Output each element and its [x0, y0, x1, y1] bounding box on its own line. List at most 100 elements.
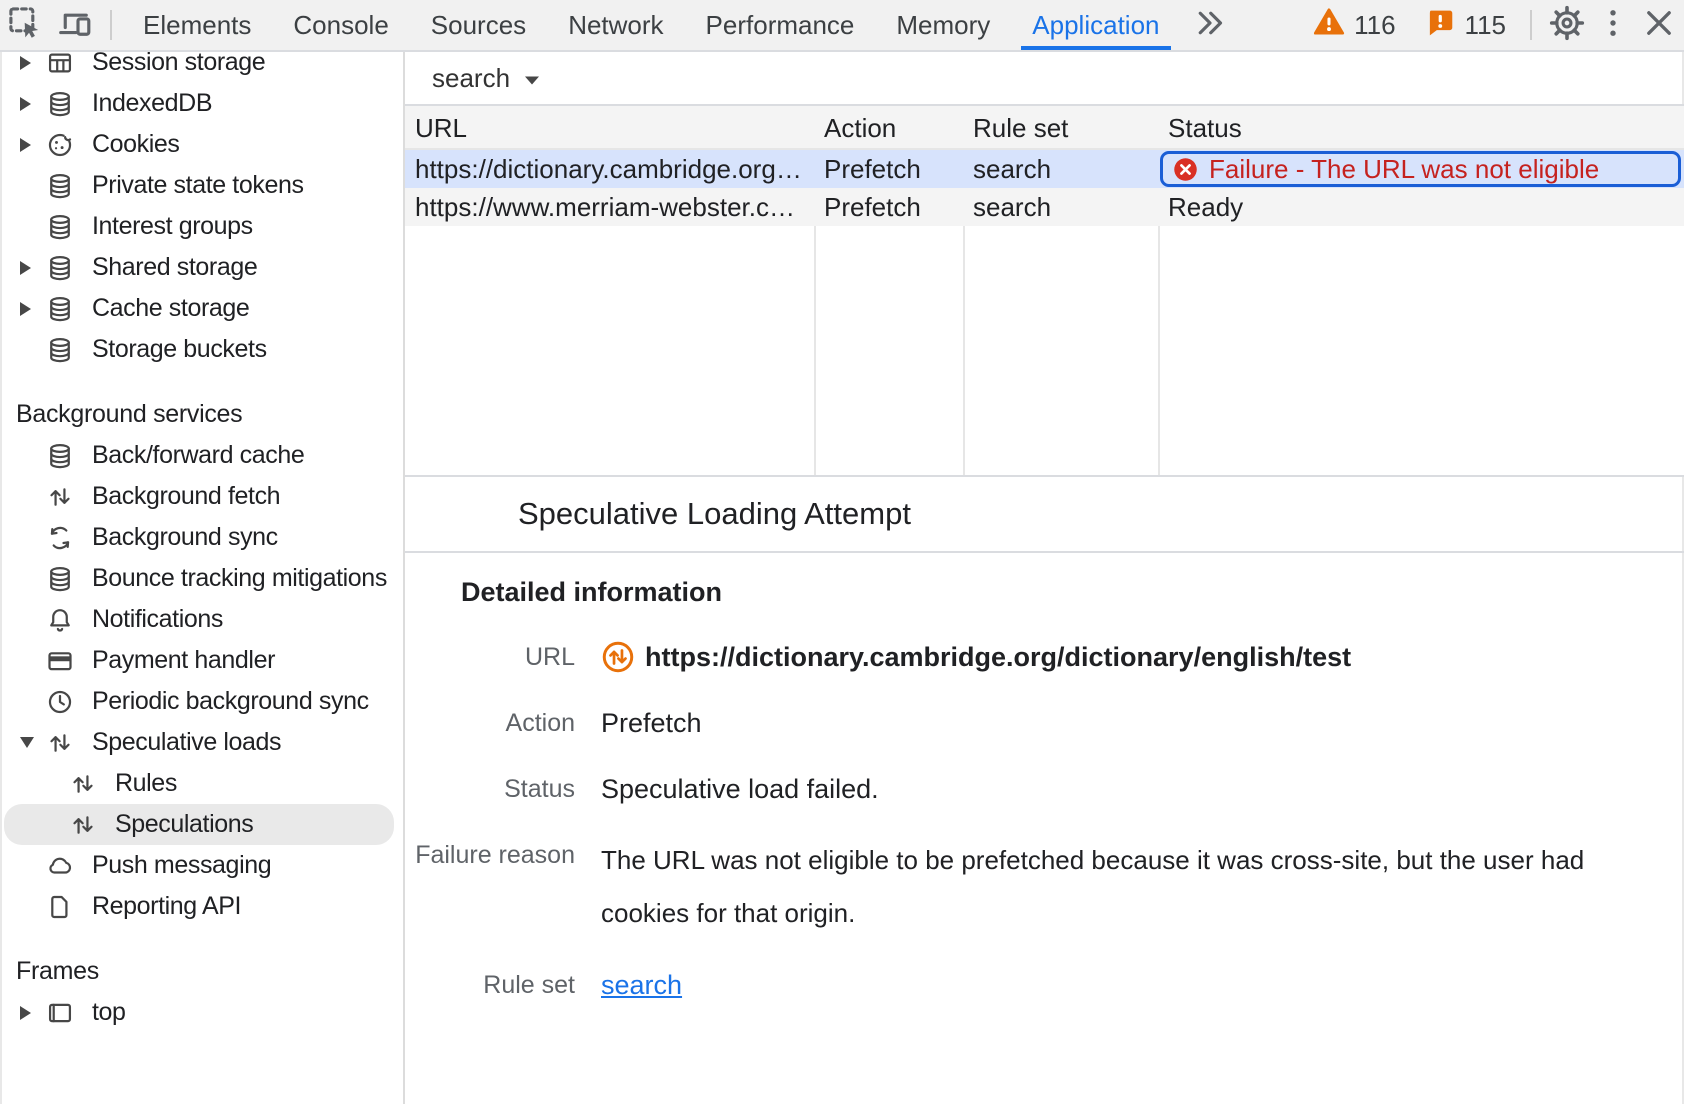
bell-icon [46, 606, 74, 634]
sidebar-item-background-sync[interactable]: Background sync [0, 517, 403, 558]
tab-console[interactable]: Console [272, 0, 409, 50]
field-value: Speculative load failed. [601, 768, 879, 810]
cell-status: Failure - The URL was not eligible [1158, 150, 1684, 188]
warning-triangle-icon [1313, 6, 1345, 45]
sidebar-item-label: Storage buckets [92, 335, 267, 364]
toolbar-divider [1530, 10, 1532, 40]
failure-status-text: Failure - The URL was not eligible [1209, 151, 1599, 187]
updown-arrows-icon [69, 811, 97, 839]
close-devtools-button[interactable] [1634, 0, 1684, 50]
customize-menu-button[interactable] [1592, 0, 1634, 50]
inspect-element-button[interactable] [0, 0, 50, 50]
sidebar-item-label: Notifications [92, 605, 223, 634]
tab-performance[interactable]: Performance [685, 0, 876, 50]
sync-icon [46, 524, 74, 552]
sidebar-item-label: Speculations [115, 810, 253, 839]
field-value: Prefetch [601, 702, 702, 744]
report-section-title: Detailed information [405, 577, 1684, 608]
expander-icon[interactable] [20, 97, 46, 111]
grid-header-row: URLActionRule setStatus [405, 106, 1684, 150]
expander-icon[interactable] [20, 737, 46, 748]
failure-badge-icon [1172, 156, 1199, 183]
sidebar-item-private-state-tokens[interactable]: Private state tokens [0, 165, 403, 206]
sidebar-item-speculations[interactable]: Speculations [4, 804, 394, 845]
field-label: Action [405, 702, 575, 744]
devtools-tabbar: ElementsConsoleSourcesNetworkPerformance… [0, 0, 1684, 52]
toolbar-divider [110, 10, 112, 40]
field-label: Status [405, 768, 575, 810]
expander-icon[interactable] [20, 1006, 46, 1020]
tab-elements[interactable]: Elements [122, 0, 272, 50]
tab-sources[interactable]: Sources [410, 0, 547, 50]
sidebar-item-shared-storage[interactable]: Shared storage [0, 247, 403, 288]
sidebar-item-label: Background sync [92, 523, 278, 552]
field-value: https://dictionary.cambridge.org/diction… [601, 636, 1351, 678]
table-icon [46, 52, 74, 77]
sidebar-item-session-storage[interactable]: Session storage [0, 52, 403, 83]
sidebar-item-payment-handler[interactable]: Payment handler [0, 640, 403, 681]
updown-arrows-icon [69, 770, 97, 798]
expander-icon[interactable] [20, 56, 46, 70]
database-icon [46, 90, 74, 118]
settings-button[interactable] [1542, 0, 1592, 50]
speculative-load-icon [601, 640, 635, 674]
field-value: search [601, 964, 682, 1006]
updown-arrows-icon [46, 483, 74, 511]
more-tabs-button[interactable] [1181, 0, 1239, 50]
cell-url: https://dictionary.cambridge.org/di… [405, 150, 814, 188]
cell-url: https://www.merriam-webster.com/… [405, 188, 814, 226]
status-cell-focused[interactable]: Failure - The URL was not eligible [1160, 151, 1681, 187]
gear-icon [1549, 5, 1585, 46]
sidebar-item-speculative-loads[interactable]: Speculative loads [0, 722, 403, 763]
grid-body: https://dictionary.cambridge.org/di…Pref… [405, 150, 1684, 226]
sidebar-item-push-messaging[interactable]: Push messaging [0, 845, 403, 886]
sidebar-item-rules[interactable]: Rules [0, 763, 403, 804]
cell-status: Ready [1158, 188, 1684, 226]
sidebar-item-top[interactable]: top [0, 992, 403, 1033]
frame-icon [46, 999, 74, 1027]
sidebar-item-background-fetch[interactable]: Background fetch [0, 476, 403, 517]
issues-badge[interactable]: 115 [1410, 0, 1520, 50]
sidebar-item-back-forward-cache[interactable]: Back/forward cache [0, 435, 403, 476]
expander-icon[interactable] [20, 261, 46, 275]
cookie-icon [46, 131, 74, 159]
ruleset-filter-dropdown[interactable]: search [432, 63, 542, 94]
expander-icon[interactable] [20, 302, 46, 316]
sidebar-item-label: Interest groups [92, 212, 253, 241]
ruleset-filter-label: search [432, 63, 510, 94]
kebab-menu-icon [1595, 5, 1631, 46]
sidebar-item-periodic-background-sync[interactable]: Periodic background sync [0, 681, 403, 722]
sidebar-section-frames: Frames [0, 951, 403, 992]
sidebar-item-label: Bounce tracking mitigations [92, 564, 387, 593]
column-header-url[interactable]: URL [405, 106, 814, 148]
sidebar-item-storage-buckets[interactable]: Storage buckets [0, 329, 403, 370]
sidebar-item-cache-storage[interactable]: Cache storage [0, 288, 403, 329]
rule-set-link[interactable]: search [601, 964, 682, 1006]
tab-application[interactable]: Application [1011, 0, 1180, 50]
report-field-failure-reason: Failure reasonThe URL was not eligible t… [405, 834, 1684, 940]
table-row[interactable]: https://www.merriam-webster.com/…Prefetc… [405, 188, 1684, 226]
device-toolbar-button[interactable] [50, 0, 100, 50]
sidebar-item-indexeddb[interactable]: IndexedDB [0, 83, 403, 124]
sidebar-item-reporting-api[interactable]: Reporting API [0, 886, 403, 927]
column-header-rule-set[interactable]: Rule set [963, 106, 1158, 148]
table-row[interactable]: https://dictionary.cambridge.org/di…Pref… [405, 150, 1684, 188]
column-header-action[interactable]: Action [814, 106, 963, 148]
database-icon [46, 172, 74, 200]
warnings-badge[interactable]: 116 [1299, 0, 1409, 50]
column-header-status[interactable]: Status [1158, 106, 1684, 148]
sidebar-item-notifications[interactable]: Notifications [0, 599, 403, 640]
cell-action: Prefetch [814, 150, 963, 188]
devtools-window: ElementsConsoleSourcesNetworkPerformance… [0, 0, 1684, 1104]
database-icon [46, 336, 74, 364]
sidebar-item-cookies[interactable]: Cookies [0, 124, 403, 165]
tab-network[interactable]: Network [547, 0, 684, 50]
sidebar-item-label: Session storage [92, 52, 265, 77]
speculations-grid[interactable]: URLActionRule setStatus https://dictiona… [405, 106, 1684, 477]
report-field-rule-set: Rule setsearch [405, 964, 1684, 1006]
sidebar-item-bounce-tracking-mitigations[interactable]: Bounce tracking mitigations [0, 558, 403, 599]
tab-memory[interactable]: Memory [875, 0, 1011, 50]
sidebar-item-interest-groups[interactable]: Interest groups [0, 206, 403, 247]
expander-icon[interactable] [20, 138, 46, 152]
main-panel: search URLActionRule setStatus https://d… [405, 52, 1684, 1104]
